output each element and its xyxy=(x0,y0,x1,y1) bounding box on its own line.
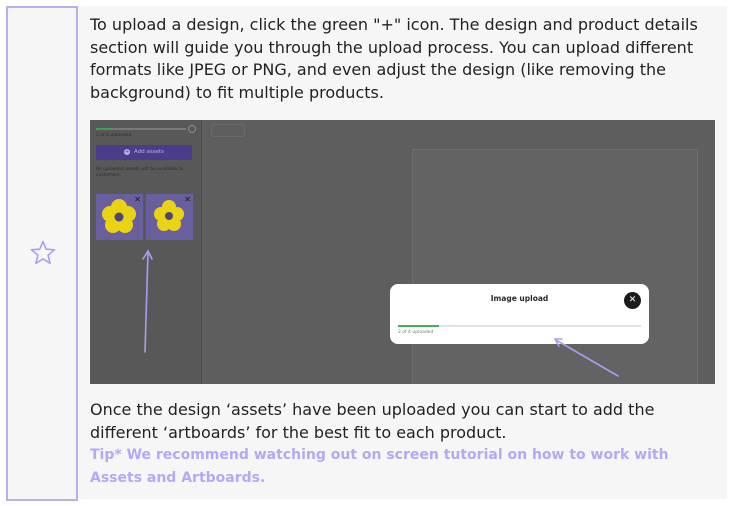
outro-paragraph: Once the design ‘assets’ have been uploa… xyxy=(90,400,655,442)
star-icon[interactable] xyxy=(30,240,56,266)
icon-cell xyxy=(6,6,78,501)
intro-paragraph: To upload a design, click the green "+" … xyxy=(90,15,698,102)
tip-text: Tip* We recommend watching out on screen… xyxy=(90,447,669,486)
annotation-arrows xyxy=(142,249,619,377)
tutorial-screenshot: 2 of 4 uploaded + Add assets All uploaded… xyxy=(90,120,715,384)
arrow-to-assets xyxy=(144,251,149,353)
arrow-to-progress xyxy=(555,339,619,377)
